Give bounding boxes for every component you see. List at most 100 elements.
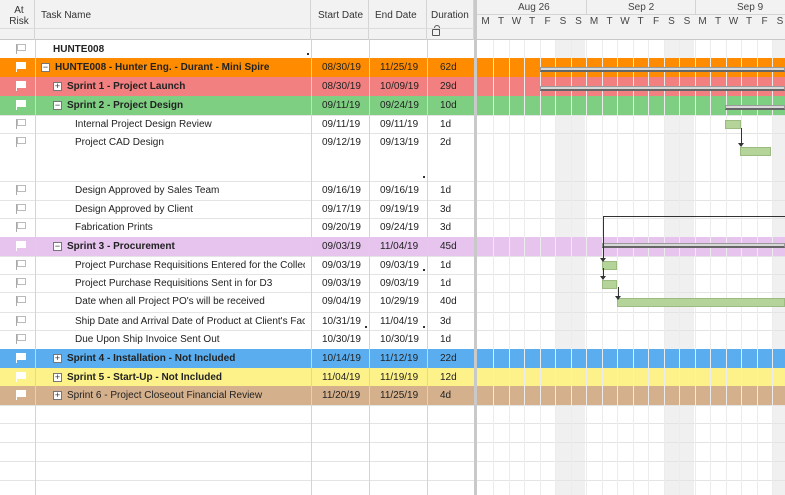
summary-row[interactable]: + Sprint 1 - Project Launch 08/30/19 10/09/… bbox=[0, 77, 474, 96]
expand-icon[interactable]: + bbox=[53, 354, 62, 363]
summary-row[interactable]: + Sprint 6 - Project Closeout Financial R… bbox=[0, 386, 474, 405]
start-cell[interactable]: 09/03/19 bbox=[322, 237, 361, 256]
summary-bar[interactable] bbox=[540, 67, 785, 72]
task-name[interactable]: Sprint 5 - Start-Up - Not Included bbox=[67, 368, 319, 386]
task-name[interactable]: Date when all Project PO's will be recei… bbox=[75, 292, 305, 312]
task-name[interactable]: Sprint 6 - Project Closeout Financial Re… bbox=[67, 386, 319, 405]
task-name[interactable]: Sprint 2 - Project Design bbox=[67, 96, 319, 115]
task-name[interactable]: Due Upon Ship Invoice Sent Out bbox=[75, 330, 305, 349]
pane-splitter[interactable] bbox=[474, 0, 477, 495]
at-risk-flag-icon[interactable] bbox=[16, 372, 26, 382]
start-cell[interactable]: 09/12/19 bbox=[322, 133, 361, 181]
at-risk-flag-icon[interactable] bbox=[16, 62, 26, 72]
at-risk-flag-icon[interactable] bbox=[16, 316, 26, 326]
task-name[interactable]: Sprint 1 - Project Launch bbox=[67, 77, 319, 96]
at-risk-flag-icon[interactable] bbox=[16, 241, 26, 251]
task-row[interactable]: Design Approved by Sales Team 09/16/19 09/… bbox=[0, 181, 474, 200]
end-cell[interactable]: 10/30/19 bbox=[380, 330, 419, 349]
end-cell[interactable]: 09/24/19 bbox=[380, 96, 419, 115]
task-bar[interactable] bbox=[602, 261, 617, 270]
task-row[interactable]: Project Purchase Requisitions Sent in fo… bbox=[0, 274, 474, 292]
duration-cell[interactable]: 12d bbox=[440, 368, 457, 386]
summary-bar[interactable] bbox=[725, 105, 785, 110]
collapse-icon[interactable]: − bbox=[41, 63, 50, 72]
task-bar[interactable] bbox=[740, 147, 771, 156]
at-risk-flag-icon[interactable] bbox=[16, 278, 26, 288]
task-name-column-header[interactable]: Task Name bbox=[35, 0, 311, 40]
duration-cell[interactable]: 3d bbox=[440, 312, 451, 330]
start-cell[interactable]: 11/20/19 bbox=[322, 386, 360, 405]
summary-bar[interactable] bbox=[540, 86, 785, 91]
at-risk-column-header[interactable]: At Risk bbox=[0, 0, 35, 40]
at-risk-flag-icon[interactable] bbox=[16, 296, 26, 306]
summary-bar[interactable] bbox=[602, 243, 785, 248]
task-row[interactable]: Due Upon Ship Invoice Sent Out 10/30/19 10… bbox=[0, 330, 474, 349]
start-cell[interactable]: 08/30/19 bbox=[322, 58, 361, 77]
duration-cell[interactable]: 29d bbox=[440, 77, 457, 96]
duration-cell[interactable]: 1d bbox=[440, 330, 451, 349]
start-cell[interactable]: 10/30/19 bbox=[322, 330, 361, 349]
collapse-icon[interactable]: − bbox=[53, 101, 62, 110]
end-cell[interactable]: 09/11/19 bbox=[380, 115, 418, 133]
summary-row[interactable]: − Sprint 2 - Project Design 09/11/19 09/24/… bbox=[0, 96, 474, 115]
start-cell[interactable]: 09/03/19 bbox=[322, 256, 361, 274]
start-cell[interactable]: 09/04/19 bbox=[322, 292, 361, 312]
at-risk-flag-icon[interactable] bbox=[16, 44, 26, 54]
start-cell[interactable]: 09/11/19 bbox=[322, 96, 360, 115]
task-name[interactable]: Sprint 3 - Procurement bbox=[67, 237, 319, 256]
task-row[interactable]: Design Approved by Client 09/17/19 09/19/1… bbox=[0, 200, 474, 218]
task-row[interactable]: Internal Project Design Review 09/11/19 09… bbox=[0, 115, 474, 133]
at-risk-flag-icon[interactable] bbox=[16, 334, 26, 344]
start-date-column-header[interactable]: Start Date bbox=[311, 0, 369, 40]
at-risk-flag-icon[interactable] bbox=[16, 119, 26, 129]
task-bar[interactable] bbox=[725, 120, 741, 129]
summary-row[interactable]: − Sprint 3 - Procurement 09/03/19 11/04/19 4… bbox=[0, 237, 474, 256]
at-risk-flag-icon[interactable] bbox=[16, 137, 26, 147]
end-cell[interactable]: 09/13/19 bbox=[380, 133, 419, 181]
task-row[interactable]: Date when all Project PO's will be recei… bbox=[0, 292, 474, 312]
duration-cell[interactable]: 1d bbox=[440, 181, 451, 200]
end-cell[interactable]: 11/25/19 bbox=[380, 58, 418, 77]
start-cell[interactable]: 09/03/19 bbox=[322, 274, 361, 292]
duration-cell[interactable]: 3d bbox=[440, 218, 451, 237]
at-risk-flag-icon[interactable] bbox=[16, 185, 26, 195]
duration-cell[interactable]: 22d bbox=[440, 349, 457, 368]
at-risk-flag-icon[interactable] bbox=[16, 222, 26, 232]
start-cell[interactable]: 11/04/19 bbox=[322, 368, 360, 386]
task-row[interactable]: HUNTE008 bbox=[0, 40, 474, 58]
task-bar[interactable] bbox=[617, 298, 785, 307]
task-row[interactable]: Project CAD Design 09/12/19 09/13/19 2d bbox=[0, 133, 474, 181]
start-cell[interactable]: 08/30/19 bbox=[322, 77, 361, 96]
end-cell[interactable]: 10/29/19 bbox=[380, 292, 419, 312]
task-name[interactable]: Ship Date and Arrival Date of Product at… bbox=[75, 312, 305, 330]
end-cell[interactable]: 09/19/19 bbox=[380, 200, 419, 218]
duration-cell[interactable]: 62d bbox=[440, 58, 457, 77]
at-risk-flag-icon[interactable] bbox=[16, 260, 26, 270]
task-row[interactable]: Project Purchase Requisitions Entered fo… bbox=[0, 256, 474, 274]
end-cell[interactable]: 11/12/19 bbox=[380, 349, 418, 368]
start-cell[interactable]: 10/14/19 bbox=[322, 349, 361, 368]
duration-cell[interactable]: 2d bbox=[440, 133, 451, 181]
end-cell[interactable]: 10/09/19 bbox=[380, 77, 419, 96]
task-row[interactable]: Fabrication Prints 09/20/19 09/24/19 3d bbox=[0, 218, 474, 237]
task-name[interactable]: HUNTE008 bbox=[53, 40, 305, 58]
task-name[interactable]: Project Purchase Requisitions Sent in fo… bbox=[75, 274, 305, 292]
summary-row[interactable]: + Sprint 4 - Installation - Not Included 1… bbox=[0, 349, 474, 368]
duration-cell[interactable]: 3d bbox=[440, 200, 451, 218]
at-risk-flag-icon[interactable] bbox=[16, 353, 26, 363]
task-name[interactable]: Design Approved by Sales Team bbox=[75, 181, 305, 200]
lock-icon[interactable] bbox=[432, 25, 440, 36]
end-cell[interactable]: 11/04/19 bbox=[380, 312, 418, 330]
at-risk-flag-icon[interactable] bbox=[16, 204, 26, 214]
task-name[interactable]: Project CAD Design bbox=[75, 133, 305, 181]
task-name[interactable]: Fabrication Prints bbox=[75, 218, 305, 237]
at-risk-flag-icon[interactable] bbox=[16, 100, 26, 110]
end-cell[interactable]: 09/03/19 bbox=[380, 256, 419, 274]
duration-cell[interactable]: 10d bbox=[440, 96, 457, 115]
task-name[interactable]: Project Purchase Requisitions Entered fo… bbox=[75, 256, 305, 274]
summary-row[interactable]: + Sprint 5 - Start-Up - Not Included 11/04… bbox=[0, 368, 474, 386]
start-cell[interactable]: 09/11/19 bbox=[322, 115, 360, 133]
duration-cell[interactable]: 1d bbox=[440, 115, 451, 133]
end-cell[interactable]: 11/19/19 bbox=[380, 368, 418, 386]
expand-icon[interactable]: + bbox=[53, 82, 62, 91]
